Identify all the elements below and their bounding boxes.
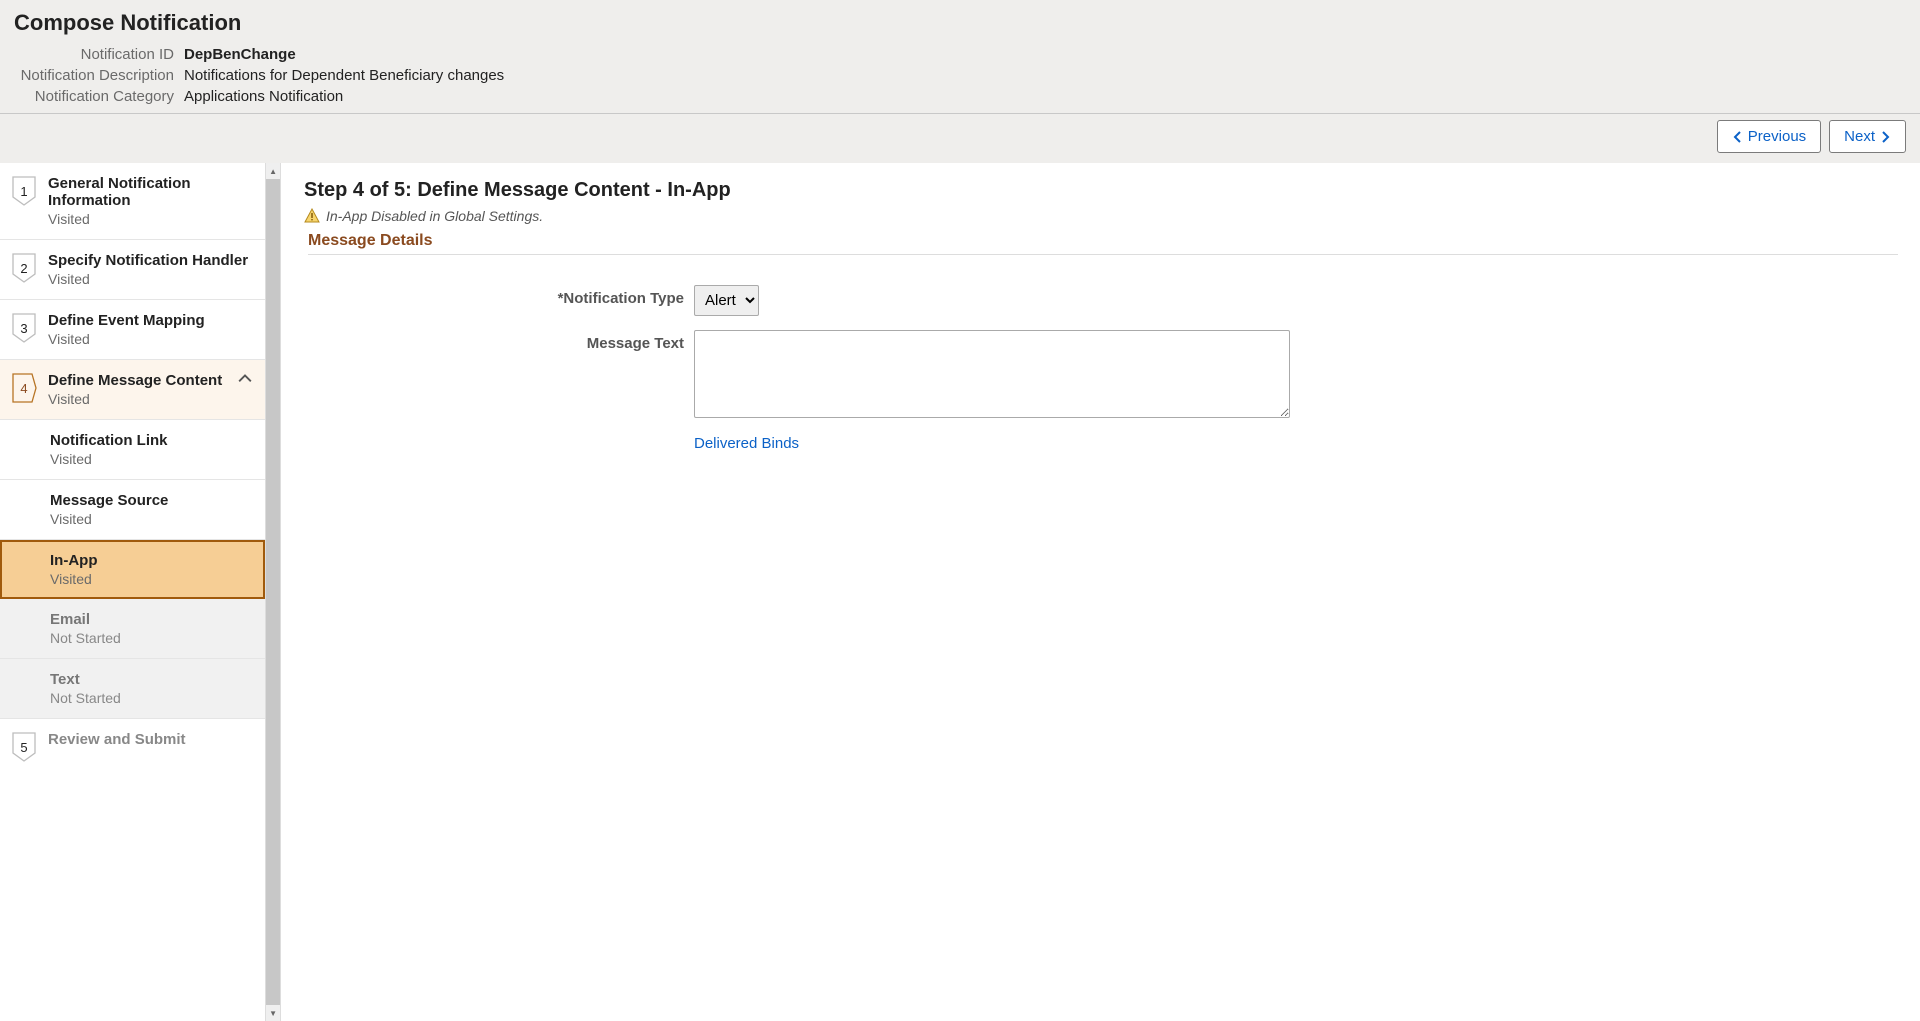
substep-in-app[interactable]: In-App Visited bbox=[0, 540, 265, 599]
step-4[interactable]: 4 Define Message Content Visited bbox=[0, 360, 265, 420]
substep-notification-link[interactable]: Notification Link Visited bbox=[0, 420, 265, 480]
substep-title: Text bbox=[50, 671, 255, 688]
section-title: Message Details bbox=[308, 232, 1898, 255]
next-button-label: Next bbox=[1844, 128, 1875, 145]
chevron-left-icon bbox=[1732, 131, 1744, 143]
step-status: Visited bbox=[48, 331, 255, 347]
notification-type-label: *Notification Type bbox=[304, 285, 694, 307]
step-title: Specify Notification Handler bbox=[48, 252, 255, 269]
main-content: Step 4 of 5: Define Message Content - In… bbox=[282, 163, 1920, 1021]
substep-status: Visited bbox=[50, 451, 255, 467]
substep-status: Not Started bbox=[50, 630, 255, 646]
step-badge: 3 bbox=[10, 312, 38, 344]
warning-text: In-App Disabled in Global Settings. bbox=[326, 208, 543, 224]
page-header: Compose Notification Notification ID Dep… bbox=[0, 0, 1920, 114]
previous-button-label: Previous bbox=[1748, 128, 1806, 145]
sidebar-container: 1 General Notification Information Visit… bbox=[0, 163, 282, 1021]
step-status: Visited bbox=[48, 391, 235, 407]
scroll-down-arrow-icon[interactable]: ▼ bbox=[266, 1005, 280, 1021]
substep-email[interactable]: Email Not Started bbox=[0, 599, 265, 659]
scroll-thumb[interactable] bbox=[266, 179, 280, 1005]
meta-desc-value: Notifications for Dependent Beneficiary … bbox=[184, 67, 1906, 84]
step-title: Define Event Mapping bbox=[48, 312, 255, 329]
step-3[interactable]: 3 Define Event Mapping Visited bbox=[0, 300, 265, 360]
nav-button-row: Previous Next bbox=[0, 114, 1920, 163]
step-status: Visited bbox=[48, 211, 255, 227]
wizard-sidebar: 1 General Notification Information Visit… bbox=[0, 163, 265, 1021]
meta-cat-value: Applications Notification bbox=[184, 88, 1906, 105]
meta-id-value: DepBenChange bbox=[184, 46, 1906, 63]
step-heading: Step 4 of 5: Define Message Content - In… bbox=[304, 179, 1898, 202]
substep-title: Notification Link bbox=[50, 432, 255, 449]
step-number: 4 bbox=[20, 381, 27, 396]
substep-title: Message Source bbox=[50, 492, 255, 509]
meta-table: Notification ID DepBenChange Notificatio… bbox=[14, 46, 1906, 105]
step-title: General Notification Information bbox=[48, 175, 255, 209]
scroll-up-arrow-icon[interactable]: ▲ bbox=[266, 163, 280, 179]
next-button[interactable]: Next bbox=[1829, 120, 1906, 153]
step-badge: 4 bbox=[10, 372, 38, 404]
step-title: Define Message Content bbox=[48, 372, 235, 389]
sidebar-scrollbar[interactable]: ▲ ▼ bbox=[265, 163, 281, 1021]
step-number: 1 bbox=[20, 184, 27, 199]
meta-id-label: Notification ID bbox=[14, 46, 184, 63]
page-title: Compose Notification bbox=[14, 10, 1906, 36]
substep-text[interactable]: Text Not Started bbox=[0, 659, 265, 719]
step-2[interactable]: 2 Specify Notification Handler Visited bbox=[0, 240, 265, 300]
substep-title: Email bbox=[50, 611, 255, 628]
message-text-input[interactable] bbox=[694, 330, 1290, 418]
meta-cat-label: Notification Category bbox=[14, 88, 184, 105]
step-1[interactable]: 1 General Notification Information Visit… bbox=[0, 163, 265, 240]
substep-message-source[interactable]: Message Source Visited bbox=[0, 480, 265, 540]
substep-status: Visited bbox=[50, 571, 255, 587]
warning-icon bbox=[304, 208, 320, 224]
step-5[interactable]: 5 Review and Submit bbox=[0, 719, 265, 775]
form-area: *Notification Type Alert Message Text De… bbox=[304, 285, 1898, 452]
message-text-label: Message Text bbox=[304, 330, 694, 352]
step-status: Visited bbox=[48, 271, 255, 287]
previous-button[interactable]: Previous bbox=[1717, 120, 1821, 153]
step-number: 5 bbox=[20, 740, 27, 755]
substep-title: In-App bbox=[50, 552, 255, 569]
step-number: 2 bbox=[20, 261, 27, 276]
step-badge: 5 bbox=[10, 731, 38, 763]
meta-desc-label: Notification Description bbox=[14, 67, 184, 84]
chevron-right-icon bbox=[1879, 131, 1891, 143]
step-badge: 1 bbox=[10, 175, 38, 207]
step-title: Review and Submit bbox=[48, 731, 255, 748]
step-number: 3 bbox=[20, 321, 27, 336]
substep-status: Not Started bbox=[50, 690, 255, 706]
substep-status: Visited bbox=[50, 511, 255, 527]
delivered-binds-link[interactable]: Delivered Binds bbox=[694, 435, 799, 452]
warning-line: In-App Disabled in Global Settings. bbox=[304, 208, 1898, 224]
notification-type-select[interactable]: Alert bbox=[694, 285, 759, 316]
chevron-up-icon[interactable] bbox=[235, 372, 255, 386]
step-badge: 2 bbox=[10, 252, 38, 284]
